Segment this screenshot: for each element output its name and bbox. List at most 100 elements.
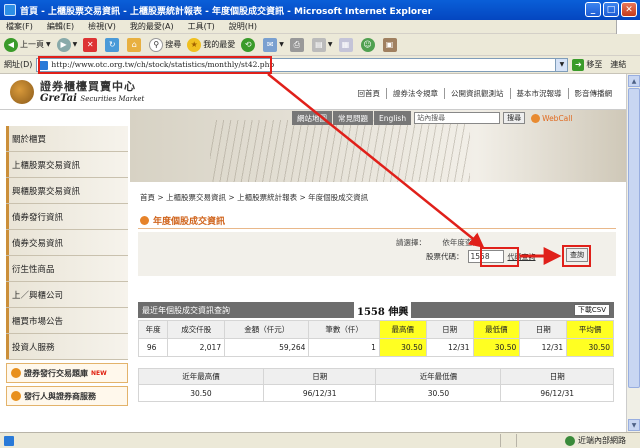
web-page: 證券櫃檯買賣中心 GreTai Securities Market 回首頁 證券… [0, 74, 626, 432]
discuss-button[interactable]: ▦ [338, 37, 355, 52]
sidebar-item-companies[interactable]: 上／興櫃公司 [6, 282, 128, 308]
intranet-zone-icon [565, 435, 575, 446]
messenger-button[interactable]: ☺ [360, 37, 377, 52]
address-dropdown-icon[interactable]: ▼ [556, 57, 569, 72]
select-label: 請選擇： [396, 238, 426, 247]
favorites-button[interactable]: ★ 我的最愛 [187, 37, 235, 52]
sidebar-item-otc-stock[interactable]: 上櫃股票交易資訊 [6, 152, 128, 178]
new-badge: NEW [91, 369, 107, 377]
sidebar-item-bond-trade[interactable]: 債券交易資訊 [6, 230, 128, 256]
print-icon: ⎙ [289, 37, 304, 52]
links-button[interactable]: 連結 [610, 59, 626, 70]
security-zone: 近端內部網路 [565, 435, 626, 446]
stock-code-input[interactable]: 1558 [467, 250, 504, 263]
vertical-scrollbar[interactable]: ▲ ▼ [626, 74, 640, 432]
top-link-regulations[interactable]: 證券法令規章 [386, 88, 444, 99]
select-mode[interactable]: 依年度查詢 [442, 238, 480, 247]
sum-col-low-date: 日期 [500, 368, 614, 385]
sidebar-item-derivatives[interactable]: 衍生性商品 [6, 256, 128, 282]
promo-icon [11, 391, 21, 401]
top-link-media[interactable]: 影音傳播網 [567, 88, 619, 99]
back-button[interactable]: ◀ 上一頁 ▼ [4, 37, 51, 52]
scroll-down-icon[interactable]: ▼ [628, 419, 640, 431]
sum-cell-high: 30.50 [138, 384, 264, 402]
sum-col-high: 近年最高價 [138, 368, 264, 385]
menu-favorites[interactable]: 我的最愛(A) [130, 21, 174, 32]
site-nav: 網站地圖 常見問題 English 站內搜尋 搜尋 WebCall [292, 110, 572, 126]
menu-help[interactable]: 說明(H) [229, 21, 257, 32]
discuss-icon: ▦ [338, 37, 353, 52]
nav-sitemap[interactable]: 網站地圖 [292, 111, 332, 125]
mail-button[interactable]: ✉ ▼ [263, 37, 284, 52]
forward-arrow-icon: ▶ [56, 37, 71, 52]
col-low-date: 日期 [519, 320, 568, 339]
go-button[interactable]: ➜ 移至 [572, 58, 602, 71]
windows-logo-icon [616, 20, 640, 34]
address-input[interactable]: http://www.otc.org.tw/ch/stock/statistic… [36, 57, 557, 72]
col-trades: 筆數（仟） [308, 320, 380, 339]
section-bullet-icon [140, 216, 149, 225]
stop-button[interactable]: ✕ [83, 37, 99, 52]
sum-col-high-date: 日期 [262, 368, 377, 385]
table-row: 96 2,017 59,264 1 30.50 12/31 30.50 12/3… [137, 338, 614, 357]
cell-avg: 30.50 [566, 338, 614, 357]
chevron-down-icon: ▼ [279, 41, 284, 48]
sidebar-item-announcements[interactable]: 櫃買市場公告 [6, 308, 128, 334]
window-titlebar: 首頁 - 上櫃股票交易資訊 - 上櫃股票統計報表 - 年度個股成交資訊 - Mi… [0, 0, 640, 20]
history-button[interactable]: ⟲ [241, 37, 257, 52]
top-link-mops[interactable]: 公開資訊觀測站 [444, 88, 510, 99]
cell-year: 96 [137, 338, 169, 357]
star-icon: ★ [187, 37, 202, 52]
menu-tools[interactable]: 工具(T) [188, 21, 215, 32]
edit-button[interactable]: ▤ ▼ [311, 37, 333, 52]
code-lookup-link[interactable]: 代碼查詢 [508, 252, 536, 262]
search-button[interactable]: ⚲ 搜尋 [149, 37, 181, 52]
page-icon [39, 60, 49, 70]
sidebar-item-about[interactable]: 關於櫃買 [6, 126, 128, 152]
sidebar-promo-issuer[interactable]: 發行人與證券商服務 [6, 386, 128, 406]
sum-cell-high-date: 96/12/31 [262, 384, 377, 402]
cell-low: 30.50 [472, 338, 521, 357]
sidebar-item-emerging-stock[interactable]: 興櫃股票交易資訊 [6, 178, 128, 204]
col-year: 年度 [137, 320, 169, 339]
back-label: 上一頁 [20, 40, 44, 49]
nav-english[interactable]: English [374, 111, 412, 125]
sidebar-item-investor[interactable]: 投資人服務 [6, 334, 128, 360]
cell-high-date: 12/31 [425, 338, 474, 357]
research-button[interactable]: ▣ [382, 37, 399, 52]
query-button[interactable]: 查詢 [566, 248, 588, 262]
home-button[interactable]: ⌂ [127, 37, 143, 52]
scroll-up-icon[interactable]: ▲ [628, 75, 640, 87]
stock-title: 1558 伸興 [354, 302, 412, 318]
chevron-down-icon: ▼ [46, 41, 51, 48]
top-link-market[interactable]: 基本市況報導 [509, 88, 568, 99]
webcall-link[interactable]: WebCall [531, 113, 572, 123]
scroll-thumb[interactable] [628, 88, 640, 388]
menu-edit[interactable]: 編輯(E) [47, 21, 74, 32]
cell-trades: 1 [308, 338, 380, 357]
select-row: 請選擇： 依年度查詢 [396, 237, 480, 248]
menu-file[interactable]: 檔案(F) [6, 21, 33, 32]
top-link-home[interactable]: 回首頁 [352, 88, 387, 99]
refresh-button[interactable]: ↻ [105, 37, 121, 52]
download-csv-button[interactable]: 下載CSV [573, 304, 610, 316]
sidebar-item-bond-issue[interactable]: 債券發行資訊 [6, 204, 128, 230]
menu-view[interactable]: 檢視(V) [88, 21, 116, 32]
maximize-button[interactable]: □ [603, 2, 619, 17]
col-low: 最低價 [472, 320, 521, 339]
summary-table: 近年最高價 日期 近年最低價 日期 30.50 96/12/31 30.50 9… [138, 368, 614, 402]
minimize-button[interactable]: _ [585, 2, 601, 17]
forward-button[interactable]: ▶ ▼ [56, 37, 77, 52]
site-search-input[interactable]: 站內搜尋 [414, 112, 501, 124]
address-label: 網址(D) [4, 60, 33, 69]
stop-icon: ✕ [83, 37, 98, 52]
print-button[interactable]: ⎙ [289, 37, 306, 52]
nav-faq[interactable]: 常見問題 [333, 111, 373, 125]
site-search-button[interactable]: 搜尋 [503, 112, 526, 124]
col-volume: 成交仟股 [167, 320, 226, 339]
sidebar-promo-exam[interactable]: 證券發行交易題庫 NEW [6, 363, 128, 383]
close-button[interactable]: ✕ [621, 2, 637, 17]
cell-high: 30.50 [378, 338, 427, 357]
window-controls: _ □ ✕ [585, 2, 637, 17]
gretai-logo-icon[interactable] [10, 80, 34, 104]
